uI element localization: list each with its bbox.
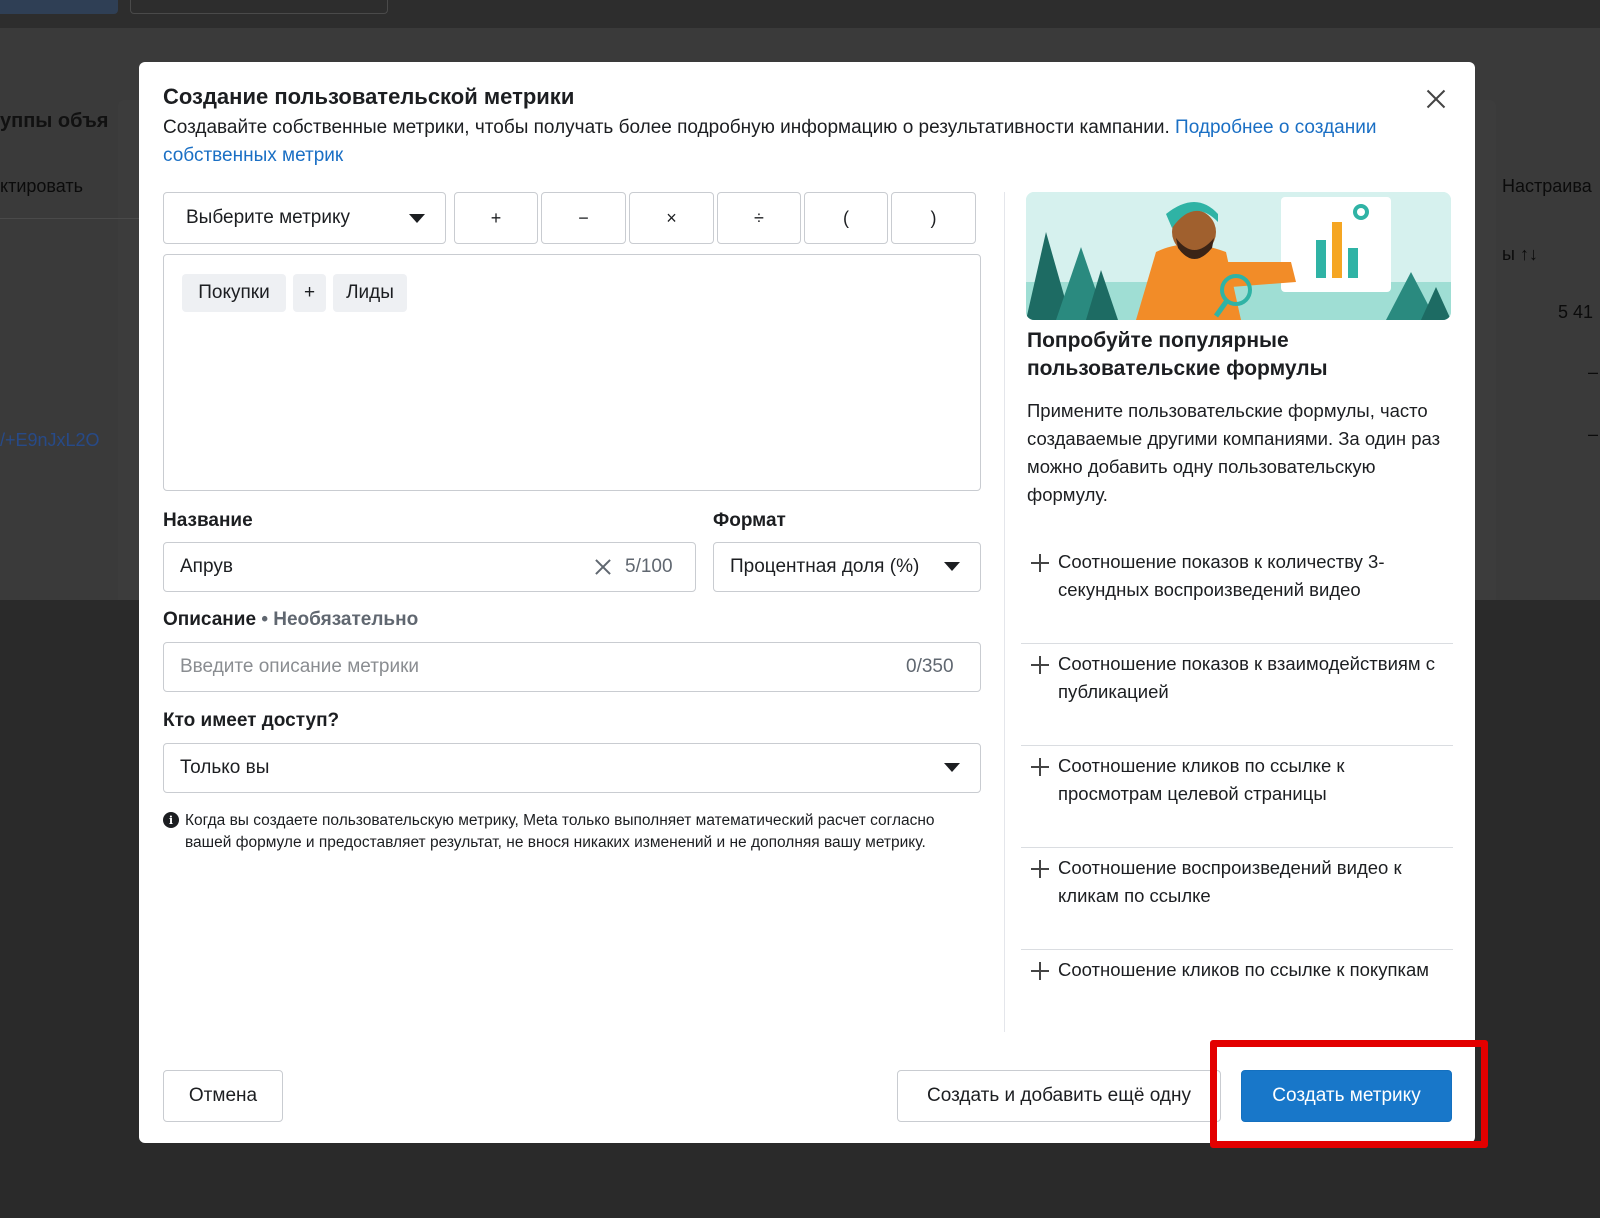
operator-divide-button[interactable]: ÷ bbox=[717, 192, 801, 244]
name-input[interactable]: Апрув bbox=[163, 542, 696, 592]
column-divider bbox=[1004, 192, 1005, 1032]
operator-minus-button[interactable]: − bbox=[541, 192, 626, 244]
description-optional-separator: • bbox=[261, 609, 274, 630]
access-select-value: Только вы bbox=[180, 757, 270, 778]
dialog-title: Создание пользовательской метрики bbox=[163, 84, 575, 109]
format-select-value: Процентная доля (%) bbox=[730, 556, 920, 577]
suggestions-description: Примените пользовательские формулы, част… bbox=[1027, 400, 1441, 505]
plus-icon bbox=[1031, 860, 1049, 878]
operator-multiply-button[interactable]: × bbox=[629, 192, 714, 244]
dialog-subtitle: Создавайте собственные метрики, чтобы по… bbox=[163, 114, 1393, 170]
background-value: 5 41 bbox=[1558, 302, 1594, 322]
dialog-subtitle-text: Создавайте собственные метрики, чтобы по… bbox=[163, 117, 1176, 138]
plus-icon bbox=[1031, 656, 1049, 674]
description-input[interactable]: Введите описание метрики bbox=[163, 642, 981, 692]
background-heading: уппы объя bbox=[0, 110, 109, 132]
plus-icon bbox=[1031, 554, 1049, 572]
suggested-formula-label: Соотношение кликов по ссылке к просмотра… bbox=[1058, 755, 1345, 804]
formula-editor[interactable]: Покупки + Лиды bbox=[163, 254, 981, 491]
background-dash: – bbox=[1588, 424, 1599, 444]
background-divider bbox=[0, 218, 140, 219]
operator-open-paren-button[interactable]: ( bbox=[804, 192, 888, 244]
suggestions-title: Попробуйте популярные пользовательские ф… bbox=[1027, 329, 1328, 380]
description-label-text: Описание bbox=[163, 609, 257, 630]
background-customize: Настраива bbox=[1502, 176, 1592, 196]
background-sort: ы ↑↓ bbox=[1502, 244, 1538, 264]
custom-metric-dialog: Создание пользовательской метрики Создав… bbox=[139, 62, 1475, 1143]
background-tab bbox=[130, 0, 388, 14]
access-select[interactable]: Только вы bbox=[163, 743, 981, 793]
suggested-formula-label: Соотношение кликов по ссылке к покупкам bbox=[1058, 959, 1429, 980]
chevron-down-icon bbox=[944, 763, 960, 772]
background-link: /+E9nJxL2O bbox=[0, 430, 100, 450]
background-action: ктировать bbox=[0, 176, 83, 196]
background-dash: – bbox=[1588, 362, 1599, 382]
chevron-down-icon bbox=[409, 214, 425, 223]
access-label: Кто имеет доступ? bbox=[163, 710, 340, 731]
suggested-formula-label: Соотношение показов к количеству 3-секун… bbox=[1058, 551, 1385, 600]
suggested-formula-label: Соотношение показов к взаимодействиям с … bbox=[1058, 653, 1436, 702]
suggested-formula-item[interactable]: Соотношение кликов по ссылке к покупкам bbox=[1021, 950, 1453, 1052]
name-counter: 5/100 bbox=[625, 556, 673, 577]
description-optional: Необязательно bbox=[273, 609, 419, 630]
clear-icon[interactable] bbox=[593, 557, 613, 577]
description-placeholder: Введите описание метрики bbox=[180, 656, 420, 677]
operator-close-paren-button[interactable]: ) bbox=[891, 192, 976, 244]
metric-select-label: Выберите метрику bbox=[186, 207, 350, 228]
suggested-formula-label: Соотношение воспроизведений видео к клик… bbox=[1058, 857, 1402, 906]
info-text: Когда вы создаете пользовательскую метри… bbox=[185, 812, 935, 851]
cancel-button[interactable]: Отмена bbox=[163, 1070, 283, 1122]
description-label: Описание • Необязательно bbox=[163, 609, 418, 631]
operator-plus-button[interactable]: + bbox=[454, 192, 538, 244]
suggested-formula-item[interactable]: Соотношение кликов по ссылке к просмотра… bbox=[1021, 746, 1453, 848]
formula-chip[interactable]: Лиды bbox=[333, 274, 407, 312]
close-icon[interactable] bbox=[1423, 86, 1449, 112]
suggested-formula-item[interactable]: Соотношение показов к взаимодействиям с … bbox=[1021, 644, 1453, 746]
suggested-formula-item[interactable]: Соотношение воспроизведений видео к клик… bbox=[1021, 848, 1453, 950]
create-and-add-another-button[interactable]: Создать и добавить ещё одну bbox=[897, 1070, 1221, 1122]
chevron-down-icon bbox=[944, 562, 960, 571]
format-select[interactable]: Процентная доля (%) bbox=[713, 542, 981, 592]
name-label: Название bbox=[163, 510, 253, 531]
info-icon: i bbox=[163, 812, 179, 828]
formula-chip[interactable]: + bbox=[293, 274, 326, 312]
formula-chip[interactable]: Покупки bbox=[182, 274, 286, 312]
plus-icon bbox=[1031, 758, 1049, 776]
description-counter: 0/350 bbox=[906, 656, 954, 677]
metric-select-dropdown[interactable]: Выберите метрику bbox=[163, 192, 446, 244]
name-input-value: Апрув bbox=[180, 556, 233, 577]
highlight-annotation bbox=[1210, 1040, 1488, 1148]
formulas-illustration bbox=[1026, 192, 1451, 320]
suggested-formula-item[interactable]: Соотношение показов к количеству 3-секун… bbox=[1021, 542, 1453, 644]
plus-icon bbox=[1031, 962, 1049, 980]
format-label: Формат bbox=[713, 510, 786, 531]
illustration-image bbox=[1026, 192, 1451, 320]
background-tab bbox=[0, 0, 118, 14]
